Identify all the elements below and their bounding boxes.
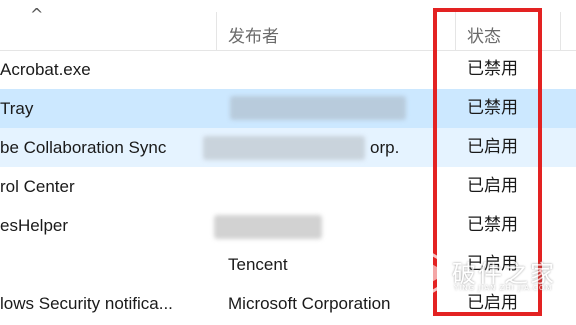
redacted-publisher — [214, 215, 322, 239]
startup-app-row[interactable]: Tencent 已启用 — [0, 245, 576, 284]
app-status: 已禁用 — [467, 215, 518, 235]
app-status: 已禁用 — [467, 59, 518, 79]
app-name: lows Security notifica... — [0, 294, 173, 313]
app-name: Tray — [0, 99, 34, 118]
startup-app-row[interactable]: lows Security notifica... Microsoft Corp… — [0, 284, 576, 323]
startup-app-row[interactable]: Acrobat.exe 已禁用 — [0, 50, 576, 89]
app-publisher: Microsoft Corporation — [228, 294, 391, 313]
app-status: 已启用 — [467, 254, 518, 274]
startup-app-row[interactable]: esHelper 已禁用 — [0, 206, 576, 245]
column-divider[interactable] — [455, 12, 456, 50]
column-divider[interactable] — [560, 12, 561, 50]
app-status: 已启用 — [467, 137, 518, 157]
redacted-publisher — [230, 96, 406, 120]
sort-ascending-icon[interactable]: ^ — [30, 5, 43, 24]
app-publisher — [228, 167, 446, 206]
column-divider[interactable] — [216, 12, 217, 50]
column-header-status[interactable]: 状态 — [467, 22, 501, 47]
startup-app-row[interactable]: be Collaboration Sync orp. 已启用 — [0, 128, 576, 167]
startup-app-row[interactable]: rol Center 已启用 — [0, 167, 576, 206]
app-status: 已启用 — [467, 176, 518, 196]
app-name: be Collaboration Sync — [0, 138, 167, 157]
app-name — [0, 245, 212, 284]
app-name: esHelper — [0, 216, 69, 235]
app-status: 已禁用 — [467, 98, 518, 118]
app-publisher — [228, 50, 446, 89]
app-name: rol Center — [0, 177, 75, 196]
app-name: Acrobat.exe — [0, 60, 91, 79]
app-status: 已启用 — [467, 293, 518, 313]
column-header-publisher[interactable]: 发布者 — [228, 22, 279, 47]
column-header-bar: ^ 发布者 状态 — [0, 0, 576, 51]
redacted-publisher — [203, 136, 365, 160]
startup-app-row-selected[interactable]: Tray 已禁用 — [0, 89, 576, 128]
app-publisher: Tencent — [228, 255, 288, 274]
app-publisher: orp. — [370, 138, 400, 157]
